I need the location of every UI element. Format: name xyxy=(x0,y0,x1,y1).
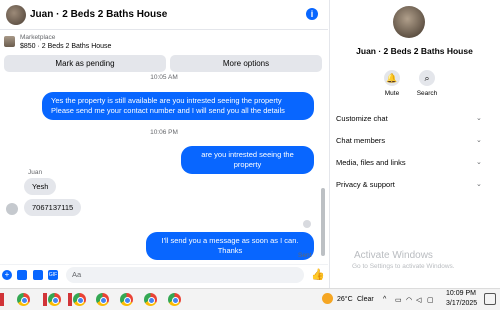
chevron-down-icon: ⌄ xyxy=(476,115,482,122)
incoming-message[interactable]: Yesh xyxy=(24,178,57,195)
more-options-button[interactable]: More options xyxy=(170,55,322,72)
privacy-support-row[interactable]: Privacy & support xyxy=(336,180,486,189)
image-icon[interactable] xyxy=(17,270,27,280)
chrome-icon[interactable] xyxy=(120,293,133,306)
chevron-down-icon: ⌄ xyxy=(476,159,482,166)
customize-chat-row[interactable]: Customize chat xyxy=(336,114,486,123)
message-scrollbar[interactable] xyxy=(321,188,325,256)
incoming-message[interactable]: 7067137115 xyxy=(24,199,82,216)
chrome-icon[interactable] xyxy=(144,293,157,306)
timestamp: 10:06 PM xyxy=(150,129,178,136)
chrome-icon[interactable] xyxy=(48,293,61,306)
message-status: Sent xyxy=(298,252,312,259)
chevron-down-icon: ⌄ xyxy=(476,137,482,144)
activate-windows-subtitle: Go to Settings to activate Windows. xyxy=(352,263,455,270)
weather-condition[interactable]: Clear xyxy=(357,296,374,303)
plus-icon[interactable]: + xyxy=(2,270,12,280)
gif-icon[interactable]: GIF xyxy=(48,270,58,280)
listing-thumbnail[interactable] xyxy=(4,36,15,47)
media-files-links-row[interactable]: Media, files and links xyxy=(336,158,486,167)
listing-summary[interactable]: $850 · 2 Beds 2 Baths House xyxy=(20,43,111,50)
message-input[interactable]: Aa xyxy=(66,267,304,283)
marketplace-label: Marketplace xyxy=(20,34,56,41)
sender-name: Juan xyxy=(28,169,43,176)
contact-avatar[interactable] xyxy=(6,5,26,25)
bell-icon[interactable]: 🔔 xyxy=(384,70,400,86)
mute-label[interactable]: Mute xyxy=(377,90,407,97)
thumbs-up-icon[interactable]: 👍 xyxy=(311,268,325,281)
seen-indicator-icon xyxy=(303,220,311,228)
message-list: 10:05 AM Yes the property is still avail… xyxy=(0,74,328,266)
monitor-icon[interactable]: ▢ xyxy=(427,296,434,304)
chrome-icon[interactable] xyxy=(73,293,86,306)
mark-as-pending-button[interactable]: Mark as pending xyxy=(4,55,166,72)
chat-title[interactable]: Juan · 2 Beds 2 Baths House xyxy=(30,9,167,20)
outgoing-message[interactable]: I'll send you a message as soon as I can… xyxy=(146,232,314,260)
app-icon[interactable] xyxy=(0,293,4,306)
info-icon[interactable]: i xyxy=(306,8,318,20)
clock-time[interactable]: 10:09 PM xyxy=(446,290,476,297)
sticker-icon[interactable] xyxy=(33,270,43,280)
outgoing-message[interactable]: Yes the property is still available are … xyxy=(42,92,314,120)
chat-members-row[interactable]: Chat members xyxy=(336,136,486,145)
app-icon[interactable] xyxy=(43,293,47,306)
panel-title: Juan · 2 Beds 2 Baths House xyxy=(356,46,473,56)
wifi-icon[interactable]: ◠ xyxy=(406,296,412,304)
panel-avatar[interactable] xyxy=(393,6,425,38)
search-icon[interactable]: ⌕ xyxy=(419,70,435,86)
chrome-icon[interactable] xyxy=(96,293,109,306)
chrome-icon[interactable] xyxy=(17,293,30,306)
notification-icon[interactable] xyxy=(484,293,496,305)
weather-icon[interactable] xyxy=(322,293,333,304)
chevron-up-icon[interactable]: ^ xyxy=(383,296,386,303)
app-icon[interactable] xyxy=(68,293,72,306)
clock-date[interactable]: 3/17/2025 xyxy=(446,300,477,307)
timestamp: 10:05 AM xyxy=(150,74,178,81)
outgoing-message[interactable]: are you intrested seeing the property xyxy=(181,146,314,174)
chrome-icon[interactable] xyxy=(168,293,181,306)
sender-avatar[interactable] xyxy=(6,203,18,215)
activate-windows-title: Activate Windows xyxy=(354,250,433,261)
speaker-icon[interactable]: ◁ xyxy=(416,296,421,304)
chevron-down-icon: ⌄ xyxy=(476,181,482,188)
search-label[interactable]: Search xyxy=(412,90,442,97)
temperature[interactable]: 26°C xyxy=(337,296,353,303)
battery-icon[interactable]: ▭ xyxy=(395,296,402,304)
